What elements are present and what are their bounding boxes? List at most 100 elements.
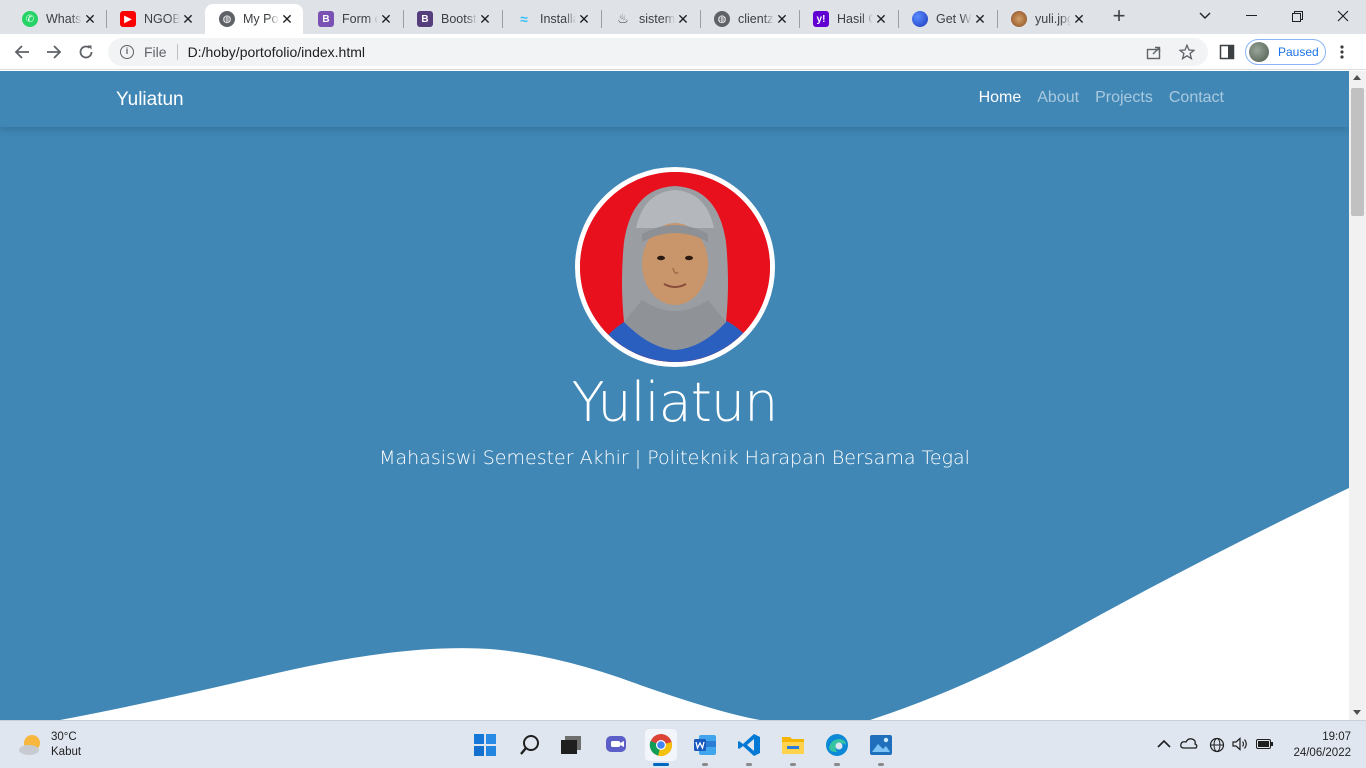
nav-link-home[interactable]: Home <box>979 89 1022 107</box>
close-icon[interactable]: ✕ <box>378 11 394 27</box>
tab-form-controls[interactable]: B Form controls ✕ <box>304 4 402 34</box>
tab-ngobrol[interactable]: ▶ NGOBROL ✕ <box>106 4 204 34</box>
tab-sistem[interactable]: ♨ sistem ✕ <box>601 4 699 34</box>
nav-link-contact[interactable]: Contact <box>1169 89 1224 107</box>
running-indicator <box>878 763 884 766</box>
tab-yuli-jpg[interactable]: yuli.jpg ✕ <box>997 4 1095 34</box>
close-icon[interactable]: ✕ <box>576 11 592 27</box>
site-info-icon[interactable]: i <box>120 45 134 59</box>
volume-icon[interactable] <box>1232 737 1248 753</box>
windows-taskbar: 30°C Kabut 19:07 24/06/2022 <box>0 720 1366 768</box>
bookmark-star-icon[interactable] <box>1178 43 1196 61</box>
running-indicator <box>702 763 708 766</box>
chrome-icon[interactable] <box>645 729 677 766</box>
search-icon[interactable] <box>514 729 546 761</box>
profile-button[interactable]: Paused <box>1245 39 1326 65</box>
tab-clientzone[interactable]: ◍ clientzone ✕ <box>700 4 798 34</box>
bootstrap-icon: B <box>417 11 433 27</box>
close-icon[interactable]: ✕ <box>675 11 691 27</box>
yahoo-icon: y! <box>813 11 829 27</box>
word-icon[interactable] <box>689 729 721 766</box>
clock-date: 24/06/2022 <box>1293 747 1351 759</box>
close-icon[interactable]: ✕ <box>279 11 295 27</box>
avatar <box>1249 42 1269 62</box>
url-scheme-label: File <box>144 44 167 60</box>
weather-cloud-icon <box>18 732 44 758</box>
nav-link-about[interactable]: About <box>1037 89 1079 107</box>
minimize-icon[interactable] <box>1228 0 1274 32</box>
running-indicator <box>834 763 840 766</box>
running-indicator <box>653 763 669 766</box>
close-icon[interactable]: ✕ <box>1071 11 1087 27</box>
close-icon[interactable]: ✕ <box>972 11 988 27</box>
back-icon[interactable] <box>8 38 36 66</box>
tab-my-portofolio[interactable]: ◍ My Portofolio ✕ <box>205 4 303 34</box>
vscode-icon[interactable] <box>733 729 765 766</box>
close-icon[interactable]: ✕ <box>180 11 196 27</box>
tab-search-icon[interactable] <box>1182 0 1228 32</box>
tab-title: WhatsApp <box>46 12 82 26</box>
flame-icon: ♨ <box>617 11 629 26</box>
close-icon[interactable]: ✕ <box>82 11 98 27</box>
reload-icon[interactable] <box>72 38 100 66</box>
forward-icon[interactable] <box>40 38 68 66</box>
weather-widget[interactable]: 30°C Kabut <box>18 730 81 760</box>
more-menu-icon[interactable] <box>1334 44 1350 60</box>
scroll-up-icon[interactable] <box>1353 75 1361 80</box>
nav-link-projects[interactable]: Projects <box>1095 89 1153 107</box>
tab-whatsapp[interactable]: ✆ WhatsApp ✕ <box>8 4 106 34</box>
side-panel-icon[interactable] <box>1219 44 1235 60</box>
url-text[interactable]: D:/hoby/portofolio/index.html <box>188 44 365 60</box>
close-window-icon[interactable] <box>1320 0 1366 32</box>
chevron-up-icon[interactable] <box>1156 737 1172 753</box>
taskbar-clock[interactable]: 19:07 24/06/2022 <box>1287 729 1351 761</box>
tab-get-waves[interactable]: Get Waves ✕ <box>898 4 996 34</box>
image-icon <box>1011 11 1027 27</box>
profile-status-label: Paused <box>1278 45 1319 59</box>
chat-icon[interactable] <box>601 729 633 761</box>
photos-icon[interactable] <box>865 729 897 766</box>
restore-icon[interactable] <box>1274 0 1320 32</box>
share-icon[interactable] <box>1146 44 1162 60</box>
hero-wave-divider <box>0 488 1349 720</box>
close-icon[interactable]: ✕ <box>774 11 790 27</box>
new-tab-button[interactable]: + <box>1108 5 1130 28</box>
task-view-icon[interactable] <box>555 729 587 761</box>
scroll-down-icon[interactable] <box>1353 710 1361 715</box>
site-brand[interactable]: Yuliatun <box>116 89 184 111</box>
address-bar[interactable]: i File D:/hoby/portofolio/index.html <box>108 38 1208 66</box>
tab-title: My Portofolio <box>243 12 279 26</box>
tailwind-icon: ≈ <box>520 11 528 27</box>
page-scrollbar[interactable] <box>1349 71 1366 720</box>
bootstrap-icon: B <box>318 11 334 27</box>
tab-title: Bootstrap <box>441 12 477 26</box>
weather-temperature: 30°C <box>51 731 77 743</box>
tab-hasil-carian[interactable]: y! Hasil Carian ✕ <box>799 4 897 34</box>
close-icon[interactable]: ✕ <box>477 11 493 27</box>
weather-text: 30°C Kabut <box>51 730 81 760</box>
edge-icon[interactable] <box>821 729 853 766</box>
tab-title: yuli.jpg <box>1035 12 1071 26</box>
globe-icon: ◍ <box>219 11 235 27</box>
tab-installation[interactable]: ≈ Installation ✕ <box>502 4 600 34</box>
tab-title: Installation <box>540 12 576 26</box>
file-explorer-icon[interactable] <box>777 729 809 766</box>
clock-time: 19:07 <box>1322 731 1351 743</box>
wave-app-icon <box>912 11 928 27</box>
tab-title: Form controls <box>342 12 378 26</box>
whatsapp-icon: ✆ <box>22 11 38 27</box>
youtube-icon: ▶ <box>120 11 136 27</box>
tab-title: clientzone <box>738 12 774 26</box>
battery-icon[interactable] <box>1256 737 1273 753</box>
globe-icon: ◍ <box>714 11 730 27</box>
tab-title: sistem <box>639 12 675 26</box>
tab-bootstrap[interactable]: B Bootstrap ✕ <box>403 4 501 34</box>
scrollbar-thumb[interactable] <box>1351 88 1364 216</box>
tab-title: NGOBROL <box>144 12 180 26</box>
tab-title: Hasil Carian <box>837 12 873 26</box>
start-icon[interactable] <box>469 729 501 761</box>
language-globe-icon[interactable] <box>1209 737 1225 753</box>
onedrive-cloud-icon[interactable] <box>1180 737 1198 753</box>
close-icon[interactable]: ✕ <box>873 11 889 27</box>
site-navbar: Yuliatun Home About Projects Contact <box>0 71 1349 127</box>
